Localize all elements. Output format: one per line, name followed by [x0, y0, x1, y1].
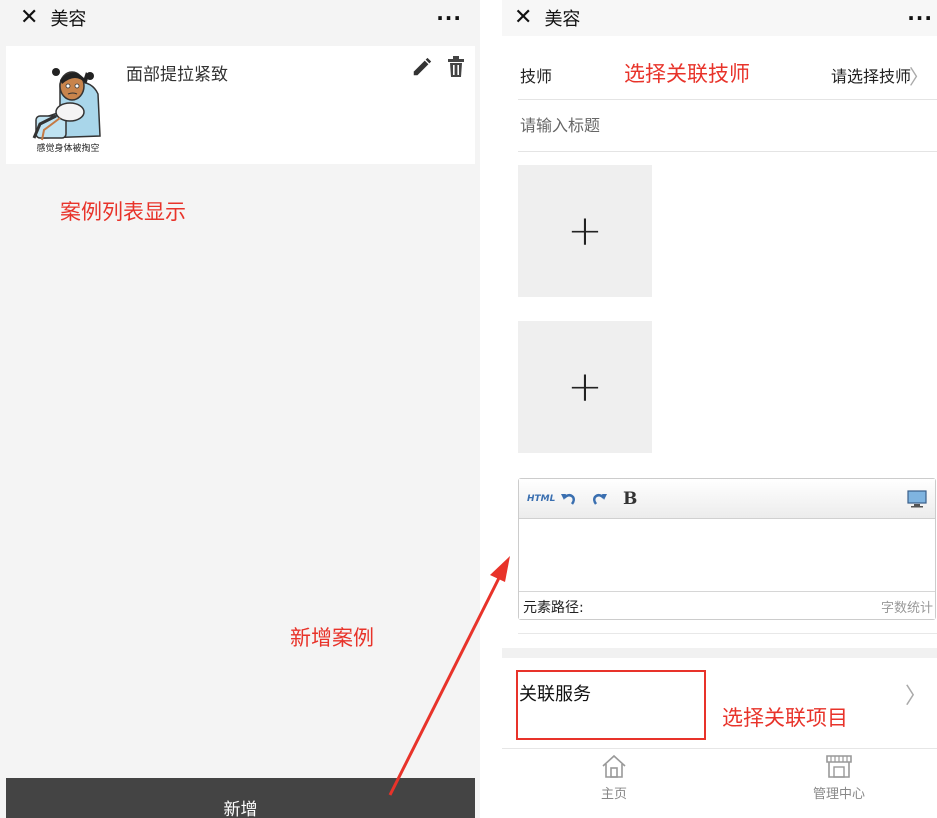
divider [518, 633, 937, 634]
chevron-right-icon: 〉 [909, 65, 929, 89]
case-list-screen: ✕ 美容 ··· 感觉身体被掏空 面部提拉紧致 案例列表显示 新增案例 新增 [0, 0, 480, 818]
technician-row[interactable]: 技师 选择关联技师 请选择技师 〉 [518, 46, 937, 100]
add-case-button[interactable]: 新增 [6, 778, 475, 818]
rich-text-editor: HTML B 元素路径: 字数统计 [518, 478, 936, 620]
tab-home-label: 主页 [600, 787, 627, 802]
store-icon [826, 755, 852, 778]
case-thumbnail: 感觉身体被掏空 [32, 68, 101, 154]
left-header: ✕ 美容 ··· [0, 0, 480, 36]
word-count-label: 字数统计 [880, 601, 933, 616]
close-icon[interactable]: ✕ [514, 7, 532, 29]
case-edit-screen: ✕ 美容 ··· 技师 选择关联技师 请选择技师 〉 + + HTML B [502, 0, 937, 818]
right-header: ✕ 美容 ··· [502, 0, 937, 36]
case-list-item[interactable]: 感觉身体被掏空 面部提拉紧致 [6, 46, 475, 164]
page-title: 美容 [544, 9, 581, 30]
annotation-technician: 选择关联技师 [624, 62, 750, 86]
element-path-label: 元素路径: [523, 600, 584, 616]
tab-home[interactable]: 主页 [554, 753, 674, 802]
image-upload-slot[interactable]: + [518, 321, 652, 453]
section-separator [502, 648, 937, 658]
tab-admin-center[interactable]: 管理中心 [779, 753, 899, 802]
technician-select-value[interactable]: 请选择技师 [831, 63, 911, 87]
plus-icon: + [567, 206, 603, 255]
bottom-tabbar: 主页 管理中心 [502, 748, 937, 818]
monitor-icon[interactable] [907, 479, 927, 519]
editor-content-area[interactable] [519, 519, 935, 591]
redo-icon[interactable] [591, 479, 609, 519]
more-icon[interactable]: ··· [436, 6, 462, 30]
tab-admin-label: 管理中心 [812, 787, 865, 802]
pencil-icon[interactable] [411, 56, 433, 78]
annotation-add-case: 新增案例 [290, 626, 374, 650]
title-input[interactable] [518, 100, 937, 152]
case-title: 面部提拉紧致 [126, 65, 228, 85]
related-service-label: 关联服务 [519, 684, 591, 705]
annotation-related-project: 选择关联项目 [722, 706, 848, 730]
undo-icon[interactable] [559, 479, 577, 519]
editor-toolbar: HTML B [519, 479, 935, 519]
trash-icon[interactable] [446, 56, 466, 78]
editor-statusbar: 元素路径: 字数统计 [519, 591, 935, 619]
chevron-right-icon: 〉 [904, 684, 927, 709]
plus-icon: + [567, 362, 603, 411]
more-icon[interactable]: ··· [907, 6, 933, 30]
close-icon[interactable]: ✕ [20, 7, 38, 29]
html-button[interactable]: HTML [527, 479, 555, 519]
panel-divider [480, 0, 502, 818]
page-title: 美容 [50, 9, 87, 30]
home-icon [602, 754, 626, 778]
image-upload-slot[interactable]: + [518, 165, 652, 297]
annotation-case-list: 案例列表显示 [60, 200, 186, 224]
related-service-row[interactable]: 关联服务 选择关联项目 〉 [502, 658, 937, 748]
bold-button[interactable]: B [623, 479, 637, 519]
thumbnail-caption: 感觉身体被掏空 [36, 142, 99, 154]
technician-label: 技师 [520, 67, 553, 86]
